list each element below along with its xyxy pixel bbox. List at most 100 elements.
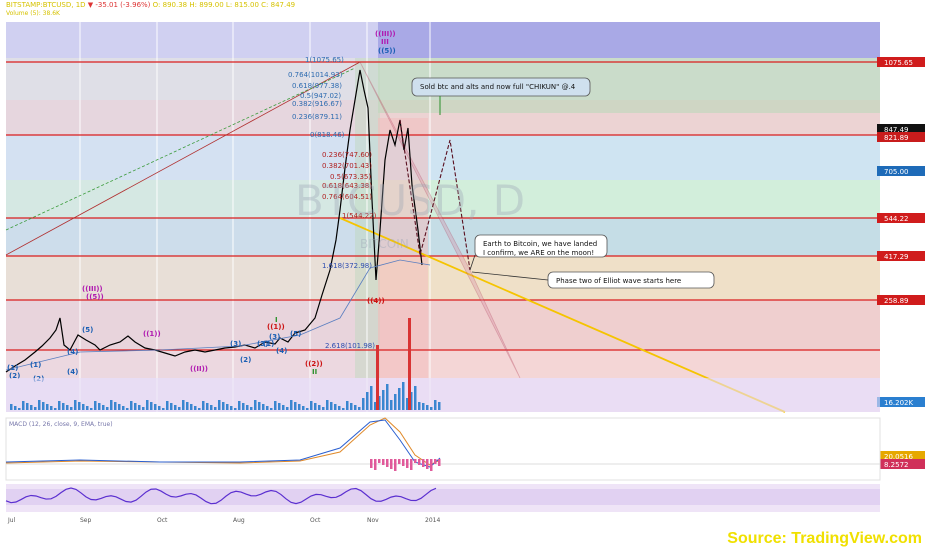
volume-bar [294,402,297,410]
volume-bar [306,408,309,410]
volume-bar [366,392,369,410]
volume-bar [386,384,389,410]
macd-histogram-bar [410,459,413,470]
volume-bar [286,407,289,410]
volume-bar [186,402,189,410]
volume-bar [338,406,341,410]
volume-bar [370,386,373,410]
macd-histogram-bar [374,459,377,470]
fib-level-label: 0.382(916.67) [292,100,342,108]
volume-bar [102,405,105,410]
volume-bar [398,388,401,410]
volume-bar [390,400,393,410]
wave-label: (4) [276,347,287,355]
source-credit: Source: TradingView.com [727,530,922,547]
macd-histogram-bar [434,459,437,464]
volume-spike [376,345,379,410]
volume-bar [182,400,185,410]
wave-label: ((II)) [190,365,208,373]
volume-bar [46,404,49,410]
volume-spike [408,318,411,410]
macd-histogram-bar [386,459,389,467]
macd-histogram-bar [426,459,429,469]
volume-bar [142,407,145,410]
macd-histogram-bar [398,459,401,464]
volume-bar [174,405,177,410]
volume-bar [162,408,165,410]
volume-bar [422,403,425,410]
annotation-text: Phase two of Elliot wave starts here [556,277,681,285]
wave-label: I [275,316,278,324]
macd-pane [5,417,881,481]
volume-bar [354,405,357,410]
macd-histogram-bar [422,459,425,467]
volume-bar [114,402,117,410]
volume-bar [346,401,349,410]
volume-bar [22,401,25,410]
volume-bar [94,401,97,410]
volume-bar [394,394,397,410]
volume-bar [154,404,157,410]
fib-level-label: 0.618(977.38) [292,82,342,90]
volume-bar [82,404,85,410]
volume-bar [118,404,121,410]
price-axis-label: 544.22 [884,215,909,223]
macd-histogram-bar [406,459,409,468]
volume-bar [106,407,109,410]
volume-bar [402,382,405,410]
volume-bar [438,402,441,410]
volume-bar [250,407,253,410]
chart-screenshot: 1075.65 847.49 821.89 705.00 544.22 417.29 258… [0,0,932,550]
volume-bar [110,400,113,410]
wave-label: ((III)) [82,285,103,293]
volume-bar [90,408,93,410]
price-axis-label: 705.00 [884,168,909,176]
volume-bar [138,405,141,410]
volume-bar [30,405,33,410]
macd-histogram-bar [414,459,417,463]
fib-level-label: 0.5(947.02) [300,92,341,100]
volume-bar [10,404,13,410]
chart-watermark: BTCUSD, D [295,176,525,225]
fib-level-label: 2.618(101.98) [325,342,375,350]
volume-bar [234,408,237,410]
volume-bar [50,406,53,410]
low-label: L: 815.00 [225,1,259,9]
price-axis-label: 16.202K [884,399,913,407]
volume-label: Volume (5): 38.6K [6,10,60,17]
volume-bar [34,407,37,410]
volume-bar [342,408,345,410]
volume-bar [278,403,281,410]
wave-label: (1) [7,364,18,372]
volume-bar [222,402,225,410]
volume-bar [238,401,241,410]
volume-bar [282,405,285,410]
volume-bar [18,408,21,410]
macd-histogram-bar [394,459,397,471]
chart-canvas: 1075.65847.49821.89705.00544.22417.29258… [5,0,932,524]
close-label: C: 847.49 [261,1,296,9]
volume-bar [146,400,149,410]
volume-bar [302,406,305,410]
wave-label: ((1)) [267,323,285,331]
wave-label: (1) [30,361,41,369]
price-axis-label: 8.2572 [884,461,909,469]
fib-level-label: 1(1075.65) [305,56,344,64]
wave-label: ((4)) [367,297,385,305]
macd-histogram-bar [382,459,385,465]
volume-bar [66,405,69,410]
volume-bar [126,408,129,410]
wave-label: II [312,368,317,376]
volume-bar [430,407,433,410]
annotation-text: Sold btc and alts and now full "CHIKUN" … [420,83,576,91]
volume-bar [78,402,81,410]
volume-bar [206,403,209,410]
volume-bar [334,404,337,410]
volume-bar [122,406,125,410]
volume-bar [242,403,245,410]
volume-bar [322,407,325,410]
fib-level-label: 0.236(879.11) [292,113,342,121]
change-label: ▼ -35.01 (-3.96%) [87,1,151,9]
volume-bar [434,400,437,410]
price-axis-label: 258.89 [884,297,909,305]
